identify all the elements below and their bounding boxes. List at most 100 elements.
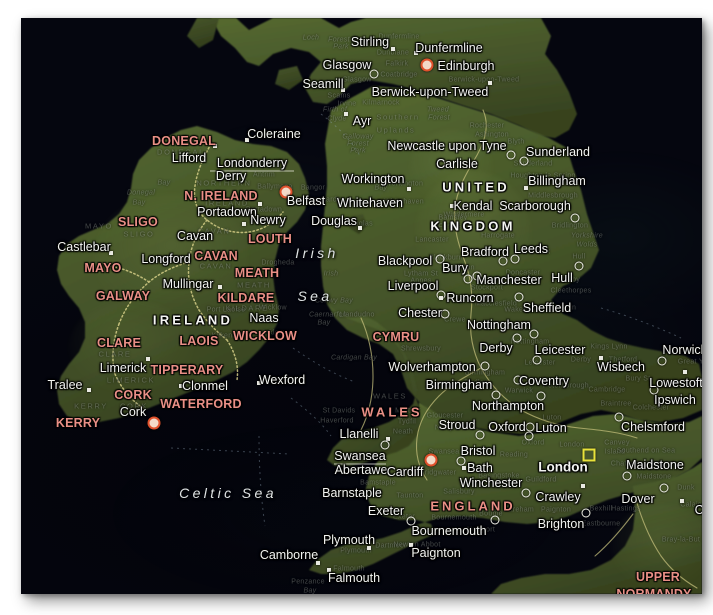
city-label-birmingham: Birmingham: [425, 377, 493, 392]
city-label-longford: Longford: [141, 251, 191, 266]
region-label-wicklow: WICKLOW: [233, 328, 297, 343]
city-label-derry: Derry: [215, 168, 247, 183]
city-label-clonmel: Clonmel: [182, 378, 228, 393]
city-label-maidstone: Maidstone: [626, 457, 684, 472]
city-label-wexford: Wexford: [258, 372, 306, 387]
city-label-abertawe: Abertawe: [334, 462, 388, 477]
city-label-whitehaven: Whitehaven: [336, 195, 404, 210]
city-label-runcorn: Runcorn: [446, 290, 494, 305]
city-label-cardiff: Cardiff: [386, 464, 424, 479]
region-label-tipperary: TIPPERARY: [150, 362, 224, 377]
city-label-scarborough: Scarborough: [499, 198, 571, 213]
city-label-oxford: Oxford: [488, 419, 526, 434]
city-label-edinburgh: Edinburgh: [437, 58, 495, 73]
city-label-coleraine: Coleraine: [247, 126, 301, 141]
water-label-irish: Irish: [295, 245, 339, 261]
country-label-england: ENGLAND: [430, 498, 516, 514]
city-label-ayr: Ayr: [352, 113, 372, 128]
city-label-berwick-upon-tweed: Berwick-upon-Tweed: [371, 84, 489, 99]
label-layer: Stirling Dunfermline Glasgow Edinburgh Seami…: [21, 18, 702, 594]
city-label-camborne: Camborne: [259, 547, 319, 562]
region-label-galway: GALWAY: [95, 288, 151, 303]
city-label-derby: Derby: [479, 340, 513, 355]
city-label-stroud: Stroud: [438, 417, 476, 432]
city-label-nottingham: Nottingham: [467, 317, 531, 332]
city-label-bournemouth: Bournemouth: [411, 523, 487, 538]
city-label-blackpool: Blackpool: [377, 253, 433, 268]
city-label-plymouth: Plymouth: [322, 532, 376, 547]
city-label-limerick: Limerick: [99, 360, 147, 375]
region-label-kildare: KILDARE: [217, 290, 275, 305]
city-label-dunfermline: Dunfermline: [415, 40, 483, 55]
city-label-falmouth: Falmouth: [327, 570, 381, 585]
city-label-bury: Bury: [442, 260, 468, 275]
city-label-manchester: Manchester: [476, 272, 542, 287]
city-label-bath: Bath: [467, 460, 493, 475]
londonderry-underline: [210, 170, 294, 172]
region-label-laois: LAOIS: [179, 333, 219, 348]
city-label-cavan: Cavan: [176, 228, 214, 243]
city-label-londonderry: Londonderry: [216, 155, 288, 170]
city-label-lowestoft: Lowestoft: [649, 375, 702, 390]
city-label-billingham: Billingham: [528, 173, 586, 188]
city-label-liverpool: Liverpool: [387, 278, 439, 293]
city-label-wisbech: Wisbech: [597, 359, 645, 374]
city-label-mullingar: Mullingar: [162, 276, 214, 291]
city-label-luton: Luton: [535, 420, 567, 435]
region-label-louth: LOUTH: [247, 231, 293, 246]
city-label-leeds: Leeds: [513, 241, 549, 256]
city-label-glasgow: Glasgow: [322, 57, 372, 72]
city-label-london: London: [538, 459, 588, 475]
region-label-mayo: MAYO: [84, 260, 122, 275]
city-label-wolverhampton: Wolverhampton: [388, 359, 476, 374]
city-label-sheffield: Sheffield: [522, 300, 572, 315]
city-label-northampton: Northampton: [471, 398, 545, 413]
map-viewport[interactable]: Loch Forest Park Dunfermline Dunblane Falkirk…: [21, 18, 702, 594]
region-label-clare: CLARE: [96, 335, 142, 350]
city-label-crawley: Crawley: [535, 489, 581, 504]
region-label-cork: CORK: [114, 387, 152, 402]
city-label-tralee: Tralee: [47, 377, 83, 392]
city-label-ipswich: Ipswich: [654, 392, 696, 407]
map-screenshot: Loch Forest Park Dunfermline Dunblane Falkirk…: [0, 0, 713, 615]
region-label-normandy: NORMANDY: [616, 586, 692, 594]
city-label-paignton: Paignton: [411, 545, 461, 560]
region-label-kerry: KERRY: [55, 415, 101, 430]
city-label-leicester: Leicester: [534, 342, 586, 357]
city-label-kendal: Kendal: [453, 198, 493, 213]
city-label-lifford: Lifford: [171, 150, 207, 165]
city-label-bradford: Bradford: [461, 244, 509, 259]
region-label-cymru: CYMRU: [372, 329, 420, 344]
city-label-coventry: Coventry: [518, 373, 570, 388]
city-label-cork: Cork: [119, 404, 147, 419]
city-label-belfast: Belfast: [286, 193, 326, 208]
city-label-brighton: Brighton: [537, 516, 585, 531]
city-label-douglas: Douglas: [311, 213, 357, 228]
city-label-portadown: Portadown: [197, 204, 257, 219]
city-label-chester: Chester: [398, 305, 442, 320]
city-label-stirling: Stirling: [350, 34, 390, 49]
country-label-ireland: IRELAND: [152, 312, 234, 328]
city-label-llanelli: Llanelli: [339, 426, 379, 441]
city-label-chelsmford: Chelsmford: [621, 419, 685, 434]
swansea-underline: [334, 463, 386, 465]
city-label-seamill: Seamill: [302, 76, 344, 91]
region-label-donegal: DONEGAL: [152, 133, 216, 148]
region-label-meath: MEATH: [234, 265, 280, 280]
region-label-upper: UPPER: [635, 569, 681, 584]
city-label-carlisle: Carlisle: [436, 156, 478, 171]
city-label-winchester: Winchester: [459, 475, 523, 490]
city-label-barnstaple: Barnstaple: [322, 485, 382, 500]
region-label-waterford: WATERFORD: [160, 396, 242, 411]
region-label-n-ireland: N. IRELAND: [184, 188, 258, 203]
city-label-norwich: Norwich: [662, 342, 702, 357]
city-label-newry: Newry: [250, 212, 286, 227]
country-label-wales: WALES: [361, 404, 423, 420]
city-label-cal: Cal: [694, 502, 702, 517]
country-label-united: UNITED: [442, 179, 510, 195]
city-label-newcastle-upon-tyne: Newcastle upon Tyne: [387, 138, 507, 153]
region-label-cavan: CAVAN: [194, 248, 238, 263]
city-label-sunderland: Sunderland: [526, 144, 590, 159]
city-label-castlebar: Castlebar: [57, 239, 111, 254]
city-label-exeter: Exeter: [367, 503, 405, 518]
